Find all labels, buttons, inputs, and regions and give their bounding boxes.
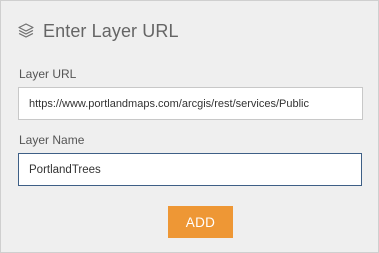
panel-header: Enter Layer URL bbox=[17, 18, 179, 44]
panel-title: Enter Layer URL bbox=[43, 20, 179, 41]
enter-layer-url-panel: Enter Layer URL Layer URL Layer Name ADD bbox=[0, 0, 379, 253]
layer-name-label: Layer Name bbox=[19, 133, 85, 147]
layer-url-input[interactable] bbox=[18, 87, 363, 120]
layers-icon bbox=[17, 22, 35, 40]
add-button[interactable]: ADD bbox=[168, 206, 233, 238]
layer-name-input[interactable] bbox=[18, 153, 362, 186]
layer-url-label: Layer URL bbox=[19, 67, 77, 81]
